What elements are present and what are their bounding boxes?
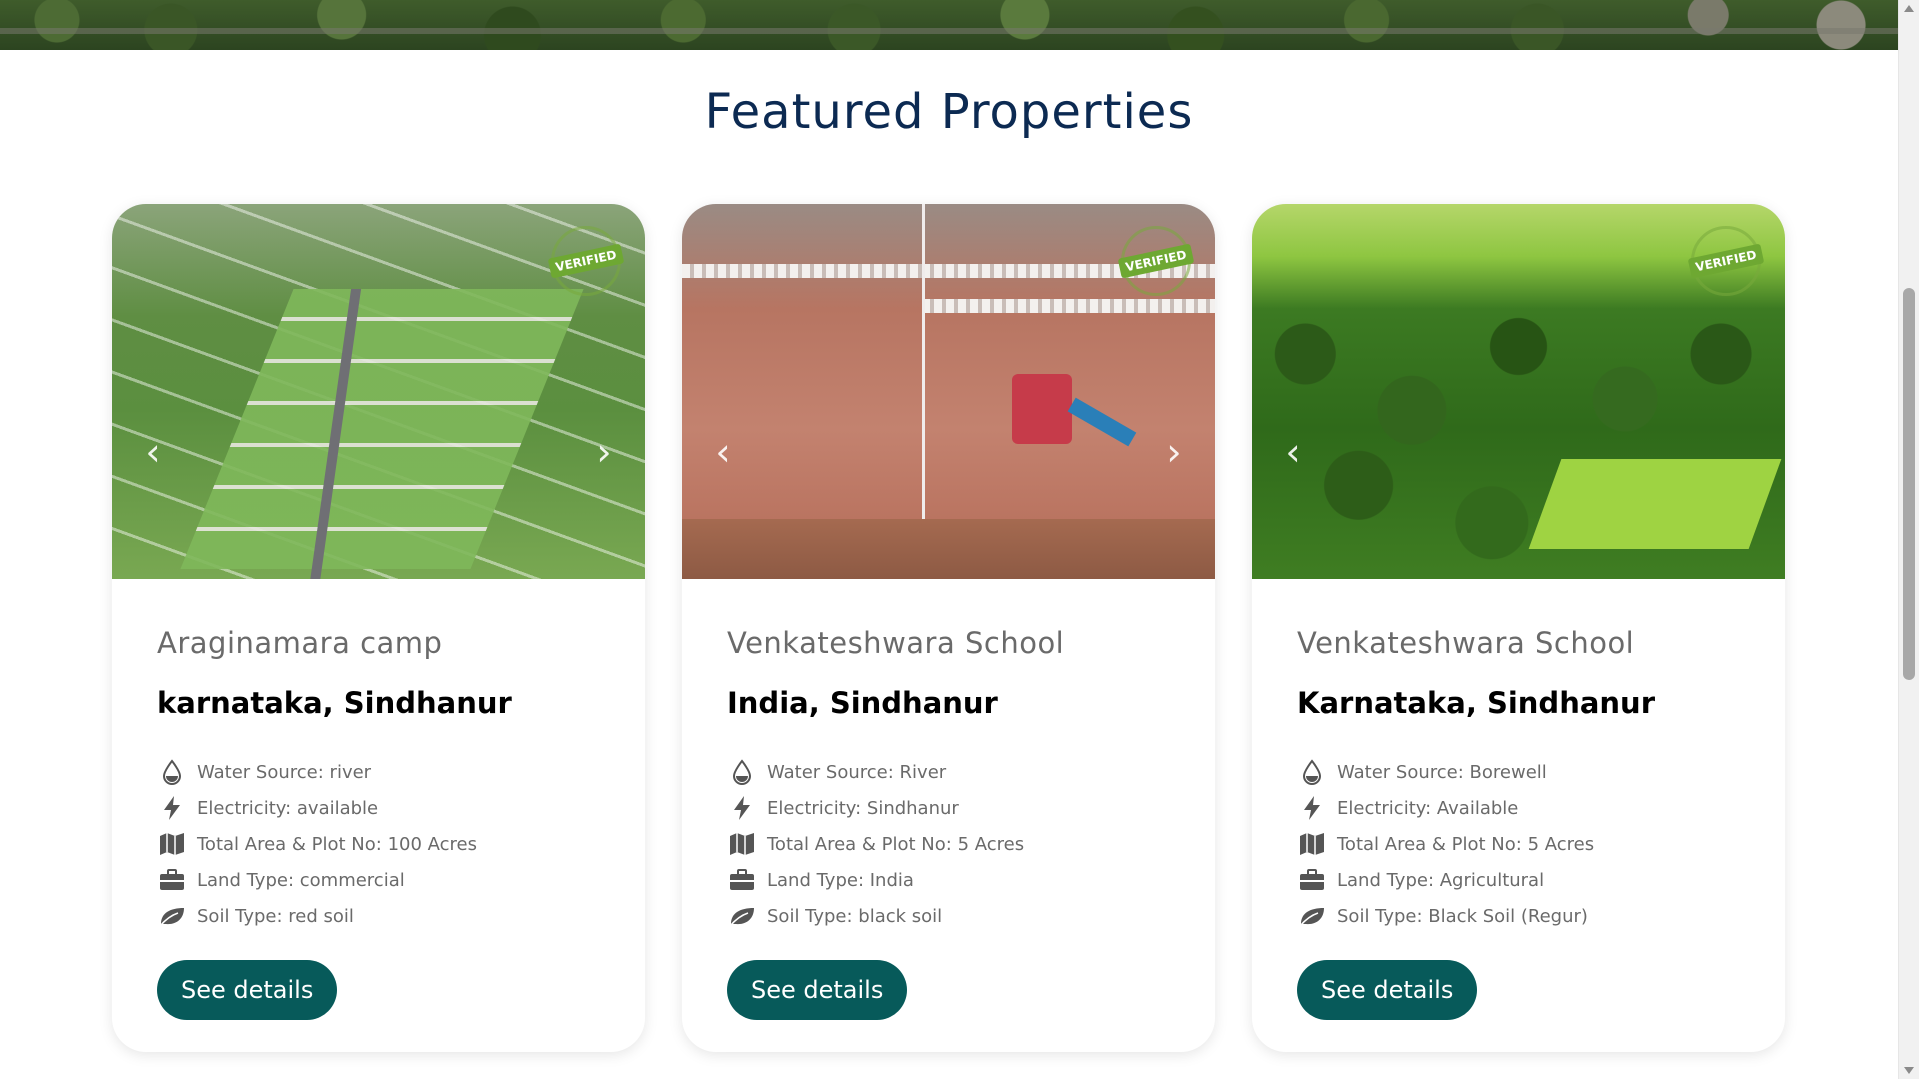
feature-land-type: Land Type: India — [727, 862, 1170, 898]
feature-total-area: Total Area & Plot No: 100 Acres — [157, 826, 600, 862]
property-location: karnataka, Sindhanur — [157, 686, 512, 720]
feature-land-type: Land Type: commercial — [157, 862, 600, 898]
hero-road — [0, 28, 1898, 34]
carousel-prev-icon[interactable]: ‹ — [710, 432, 736, 472]
carousel-prev-icon[interactable]: ‹ — [140, 432, 166, 472]
verified-badge: VERIFIED — [547, 226, 625, 296]
feature-total-area: Total Area & Plot No: 5 Acres — [1297, 826, 1740, 862]
briefcase-icon — [157, 866, 187, 894]
water-drop-icon — [1297, 758, 1327, 786]
feature-text: Electricity: available — [197, 797, 379, 819]
see-details-button[interactable]: See details — [1297, 960, 1478, 1020]
water-drop-icon — [727, 758, 757, 786]
feature-text: Electricity: Available — [1337, 797, 1519, 819]
leaf-icon — [1297, 902, 1327, 930]
feature-text: Water Source: river — [197, 761, 372, 783]
feature-soil-type: Soil Type: black soil — [727, 898, 1170, 934]
property-card: VERIFIED ‹ › Araginamara camp karnataka,… — [112, 204, 645, 1052]
feature-total-area: Total Area & Plot No: 5 Acres — [727, 826, 1170, 862]
property-title: Venkateshwara School — [1297, 626, 1635, 660]
card-body: Araginamara camp karnataka, Sindhanur Wa… — [112, 579, 645, 1020]
see-details-button[interactable]: See details — [157, 960, 338, 1020]
wall-graphic — [922, 299, 1215, 313]
section-title: Featured Properties — [704, 84, 1194, 140]
feature-text: Water Source: Borewell — [1337, 761, 1547, 783]
feature-text: Electricity: Sindhanur — [767, 797, 959, 819]
scroll-down-icon[interactable] — [1904, 1067, 1914, 1074]
feature-list: Water Source: river Electricity: availab… — [157, 754, 600, 934]
carousel-prev-icon[interactable]: ‹ — [1280, 432, 1306, 472]
map-icon — [1297, 830, 1327, 858]
map-icon — [157, 830, 187, 858]
property-card: VERIFIED ‹ Venkateshwara School Karnatak… — [1252, 204, 1785, 1052]
property-image: VERIFIED ‹ › — [682, 204, 1215, 579]
card-body: Venkateshwara School India, Sindhanur Wa… — [682, 579, 1215, 1020]
feature-water-source: Water Source: River — [727, 754, 1170, 790]
carousel-next-icon[interactable]: › — [1161, 432, 1187, 472]
water-drop-icon — [157, 758, 187, 786]
leaf-icon — [727, 902, 757, 930]
feature-land-type: Land Type: Agricultural — [1297, 862, 1740, 898]
verified-badge-label: VERIFIED — [1117, 243, 1195, 279]
briefcase-icon — [1297, 866, 1327, 894]
playground-slide-chute-graphic — [1067, 397, 1137, 447]
leaf-icon — [157, 902, 187, 930]
feature-text: Soil Type: Black Soil (Regur) — [1337, 905, 1588, 927]
feature-text: Soil Type: black soil — [767, 905, 943, 927]
hero-image-strip — [0, 0, 1898, 50]
feature-text: Total Area & Plot No: 100 Acres — [197, 833, 478, 855]
feature-text: Total Area & Plot No: 5 Acres — [1337, 833, 1595, 855]
feature-water-source: Water Source: river — [157, 754, 600, 790]
property-location: India, Sindhanur — [727, 686, 998, 720]
feature-text: Land Type: India — [767, 869, 914, 891]
ground-graphic — [682, 519, 1215, 579]
scroll-up-icon[interactable] — [1904, 5, 1914, 12]
feature-text: Land Type: Agricultural — [1337, 869, 1545, 891]
carousel-next-icon[interactable]: › — [591, 432, 617, 472]
property-image: VERIFIED ‹ — [1252, 204, 1785, 579]
verified-badge-label: VERIFIED — [1687, 243, 1765, 279]
verified-badge: VERIFIED — [1117, 226, 1195, 296]
map-icon — [727, 830, 757, 858]
feature-text: Soil Type: red soil — [197, 905, 354, 927]
feature-list: Water Source: Borewell Electricity: Avai… — [1297, 754, 1740, 934]
property-image: VERIFIED ‹ › — [112, 204, 645, 579]
lightning-icon — [1297, 794, 1327, 822]
feature-text: Total Area & Plot No: 5 Acres — [767, 833, 1025, 855]
lightning-icon — [157, 794, 187, 822]
plot-layout-graphic — [180, 289, 584, 569]
briefcase-icon — [727, 866, 757, 894]
property-title: Araginamara camp — [157, 626, 443, 660]
feature-text: Land Type: commercial — [197, 869, 405, 891]
verified-badge-label: VERIFIED — [547, 243, 625, 279]
page: Featured Properties VERIFIED ‹ › Aragina… — [0, 0, 1919, 1079]
feature-electricity: Electricity: available — [157, 790, 600, 826]
feature-list: Water Source: River Electricity: Sindhan… — [727, 754, 1170, 934]
feature-text: Water Source: River — [767, 761, 947, 783]
feature-soil-type: Soil Type: Black Soil (Regur) — [1297, 898, 1740, 934]
feature-soil-type: Soil Type: red soil — [157, 898, 600, 934]
see-details-button[interactable]: See details — [727, 960, 908, 1020]
property-location: Karnataka, Sindhanur — [1297, 686, 1655, 720]
scrollbar-thumb[interactable] — [1903, 288, 1915, 680]
feature-electricity: Electricity: Sindhanur — [727, 790, 1170, 826]
property-card: VERIFIED ‹ › Venkateshwara School India,… — [682, 204, 1215, 1052]
feature-electricity: Electricity: Available — [1297, 790, 1740, 826]
verified-badge: VERIFIED — [1687, 226, 1765, 296]
feature-water-source: Water Source: Borewell — [1297, 754, 1740, 790]
paddy-field-graphic — [1528, 459, 1782, 549]
lightning-icon — [727, 794, 757, 822]
card-body: Venkateshwara School Karnataka, Sindhanu… — [1252, 579, 1785, 1020]
vertical-scrollbar[interactable] — [1898, 0, 1919, 1079]
property-title: Venkateshwara School — [727, 626, 1065, 660]
playground-slide-graphic — [1012, 374, 1072, 444]
